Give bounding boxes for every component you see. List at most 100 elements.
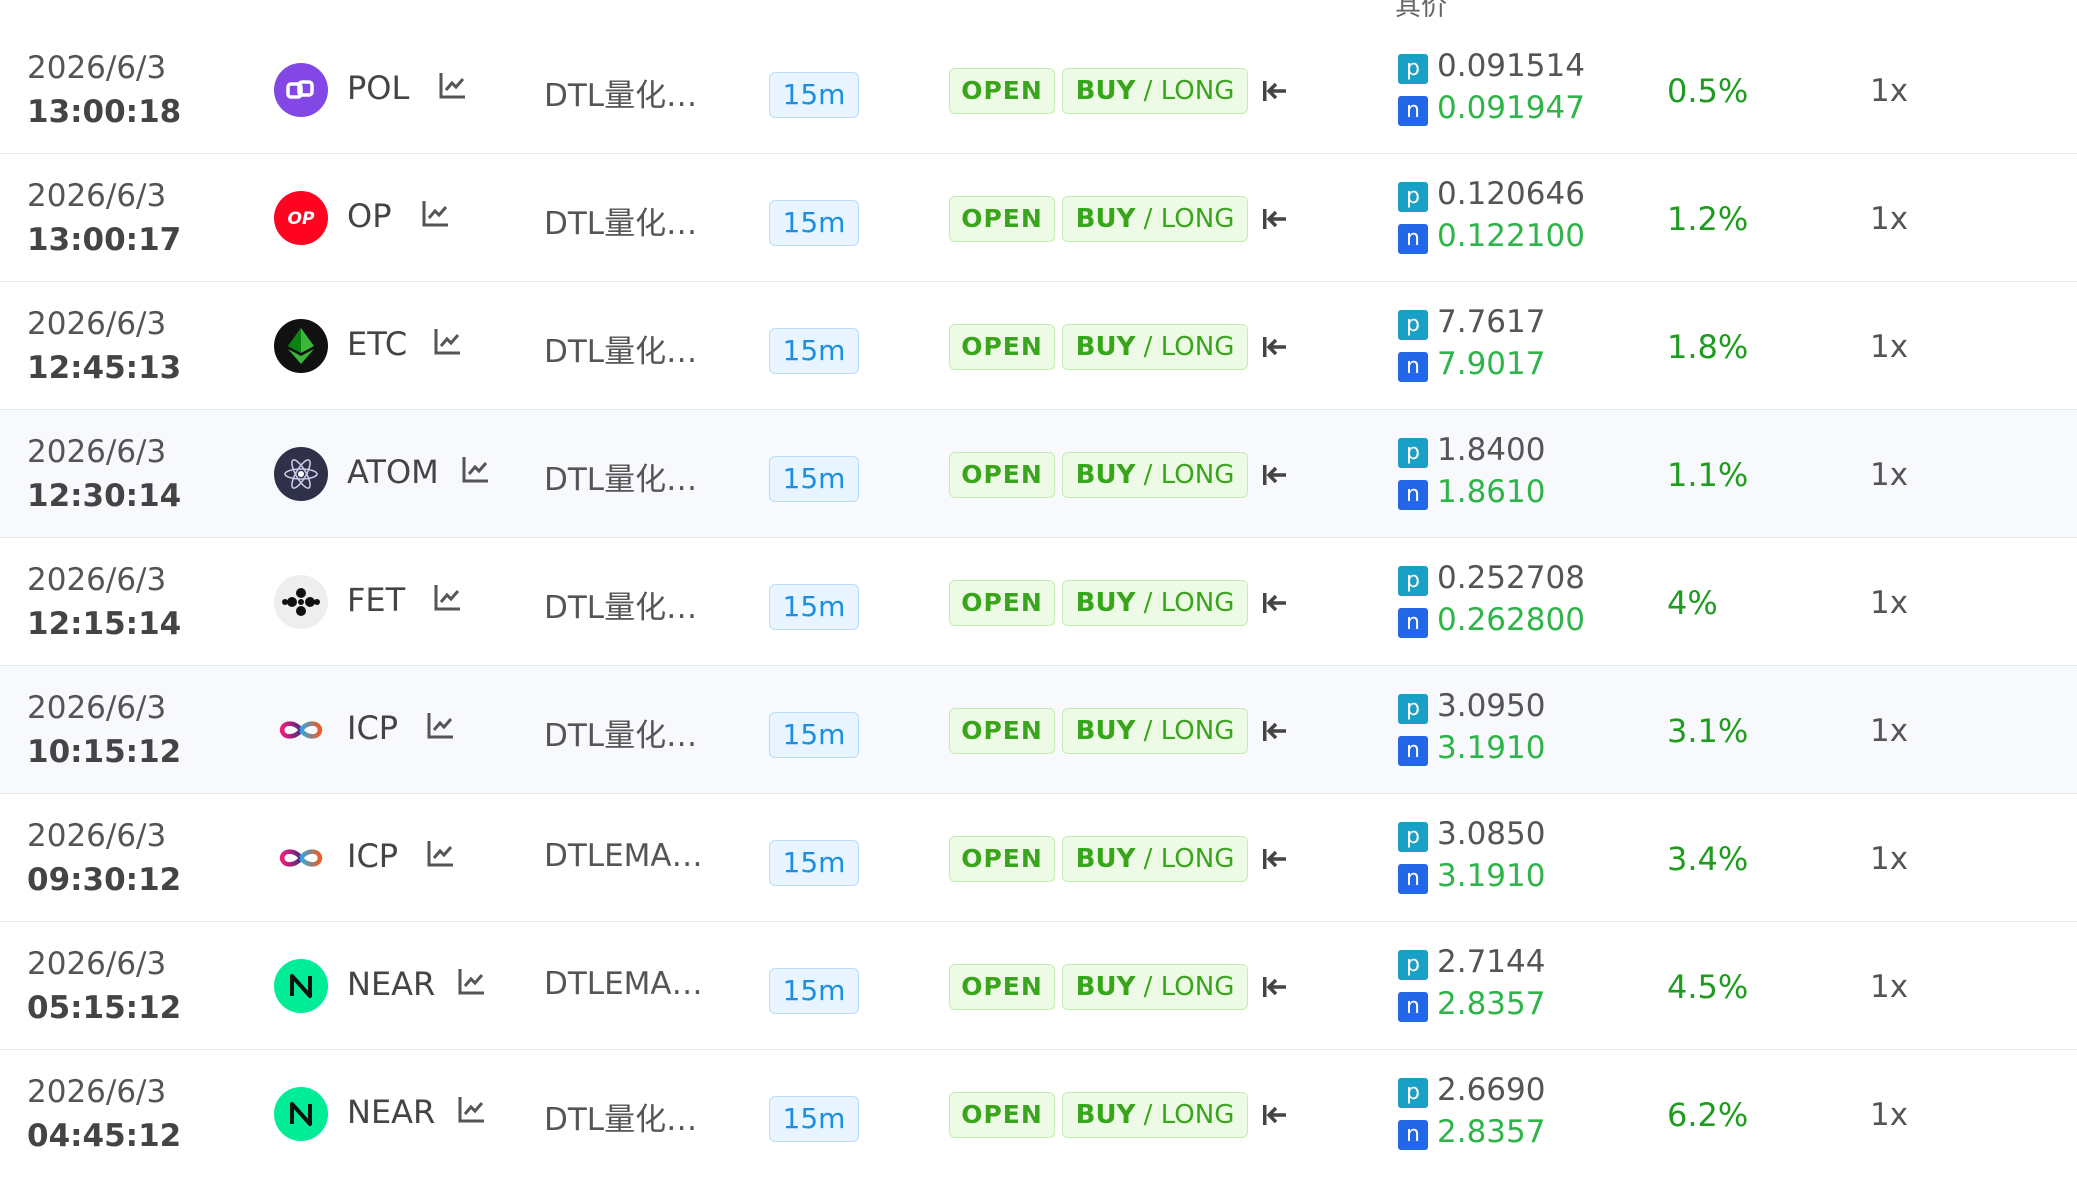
jump-to-start-icon[interactable] xyxy=(1260,206,1288,232)
price-n-badge: n xyxy=(1398,864,1428,894)
strategy-name[interactable]: DTLEMA… xyxy=(544,838,703,874)
chart-icon[interactable] xyxy=(433,582,463,612)
chart-icon[interactable] xyxy=(433,326,463,356)
price-p: 0.252708 xyxy=(1437,560,1585,596)
chart-icon[interactable] xyxy=(438,70,468,100)
side-buy-text: BUY xyxy=(1075,588,1136,618)
price-p: 3.0950 xyxy=(1437,688,1546,724)
side-buy-text: BUY xyxy=(1075,76,1136,106)
strategy-name[interactable]: DTL量化… xyxy=(544,1094,697,1139)
date-text: 2026/6/3 xyxy=(27,818,167,854)
strategy-name[interactable]: DTLEMA… xyxy=(544,966,703,1002)
timestamp: 2026/6/3 12:15:14 xyxy=(27,558,181,646)
action-tag: OPEN xyxy=(949,580,1055,626)
strategy-name[interactable]: DTL量化… xyxy=(544,710,697,755)
side-long-text: LONG xyxy=(1160,844,1235,874)
price-p: 2.7144 xyxy=(1437,944,1546,980)
timeframe-tag: 15m xyxy=(769,456,859,502)
price-n: 1.8610 xyxy=(1437,474,1546,510)
jump-to-start-icon[interactable] xyxy=(1260,718,1288,744)
price-p: 0.120646 xyxy=(1437,176,1585,212)
timestamp: 2026/6/3 09:30:12 xyxy=(27,814,181,902)
chart-icon[interactable] xyxy=(426,710,456,740)
timeframe-tag: 15m xyxy=(769,968,859,1014)
jump-to-start-icon[interactable] xyxy=(1260,974,1288,1000)
price-n-badge: n xyxy=(1398,608,1428,638)
timeframe-tag: 15m xyxy=(769,712,859,758)
percent-change: 4% xyxy=(1667,584,1718,622)
price-p: 7.7617 xyxy=(1437,304,1546,340)
price-n-badge: n xyxy=(1398,96,1428,126)
svg-text:OP: OP xyxy=(288,209,315,229)
price-n: 0.262800 xyxy=(1437,602,1585,638)
action-tag: OPEN xyxy=(949,68,1055,114)
price-p: 3.0850 xyxy=(1437,816,1546,852)
percent-change: 3.1% xyxy=(1667,712,1749,750)
strategy-name[interactable]: DTL量化… xyxy=(544,198,697,243)
internet-computer-icon xyxy=(274,831,328,885)
price-n: 0.091947 xyxy=(1437,90,1585,126)
timeframe-tag: 15m xyxy=(769,328,859,374)
signal-table: 其价 2026/6/3 13:00:18 POL DTL量化… 15m OPEN… xyxy=(0,0,2077,1177)
side-tag: BUY / LONG xyxy=(1062,196,1248,242)
action-tag: OPEN xyxy=(949,1092,1055,1138)
table-row[interactable]: 2026/6/3 13:00:18 POL DTL量化… 15m OPEN BU… xyxy=(0,26,2077,154)
table-row[interactable]: 2026/6/3 12:45:13 ETC DTL量化… 15m OPEN BU… xyxy=(0,282,2077,410)
coin-symbol: FET xyxy=(347,581,406,619)
timestamp: 2026/6/3 12:30:14 xyxy=(27,430,181,518)
price-p-badge: p xyxy=(1398,1078,1428,1108)
leverage: 1x xyxy=(1870,841,1909,877)
table-row[interactable]: 2026/6/3 12:30:14 ATOM DTL量化… 15m OPEN B… xyxy=(0,410,2077,538)
strategy-name[interactable]: DTL量化… xyxy=(544,582,697,627)
time-text: 13:00:17 xyxy=(27,222,182,258)
strategy-name[interactable]: DTL量化… xyxy=(544,326,697,371)
side-buy-text: BUY xyxy=(1075,716,1136,746)
table-row[interactable]: 2026/6/3 12:15:14 FET DTL量化… 15m OPEN BU… xyxy=(0,538,2077,666)
price-n: 3.1910 xyxy=(1437,730,1546,766)
price-n: 2.8357 xyxy=(1437,986,1546,1022)
side-buy-text: BUY xyxy=(1075,1100,1136,1130)
price-n-badge: n xyxy=(1398,992,1428,1022)
price-p-badge: p xyxy=(1398,566,1428,596)
side-long-text: LONG xyxy=(1160,588,1235,618)
date-text: 2026/6/3 xyxy=(27,690,167,726)
price-p-badge: p xyxy=(1398,182,1428,212)
strategy-name[interactable]: DTL量化… xyxy=(544,70,697,115)
timestamp: 2026/6/3 12:45:13 xyxy=(27,302,181,390)
jump-to-start-icon[interactable] xyxy=(1260,590,1288,616)
side-separator: / xyxy=(1135,332,1161,362)
price-n-badge: n xyxy=(1398,224,1428,254)
chart-icon[interactable] xyxy=(457,966,487,996)
date-text: 2026/6/3 xyxy=(27,50,167,86)
coin-symbol: ICP xyxy=(347,709,399,747)
side-separator: / xyxy=(1135,716,1161,746)
side-separator: / xyxy=(1135,460,1161,490)
table-row[interactable]: 2026/6/3 10:15:12 ICP DTL量化… 15m OPEN BU… xyxy=(0,666,2077,794)
chart-icon[interactable] xyxy=(426,838,456,868)
jump-to-start-icon[interactable] xyxy=(1260,846,1288,872)
side-separator: / xyxy=(1135,972,1161,1002)
chart-icon[interactable] xyxy=(461,454,491,484)
side-tag: BUY / LONG xyxy=(1062,68,1248,114)
jump-to-start-icon[interactable] xyxy=(1260,78,1288,104)
timeframe-tag: 15m xyxy=(769,840,859,886)
table-row[interactable]: 2026/6/3 04:45:12 NEAR DTL量化… 15m OPEN B… xyxy=(0,1050,2077,1177)
table-row[interactable]: 2026/6/3 05:15:12 NEAR DTLEMA… 15m OPEN … xyxy=(0,922,2077,1050)
price-n: 3.1910 xyxy=(1437,858,1546,894)
price-p-badge: p xyxy=(1398,310,1428,340)
price-p-badge: p xyxy=(1398,950,1428,980)
chart-icon[interactable] xyxy=(421,198,451,228)
coin-symbol: ATOM xyxy=(347,453,439,491)
jump-to-start-icon[interactable] xyxy=(1260,334,1288,360)
table-row[interactable]: 2026/6/3 09:30:12 ICP DTLEMA… 15m OPEN B… xyxy=(0,794,2077,922)
jump-to-start-icon[interactable] xyxy=(1260,462,1288,488)
chart-icon[interactable] xyxy=(457,1094,487,1124)
side-tag: BUY / LONG xyxy=(1062,836,1248,882)
price-n-badge: n xyxy=(1398,480,1428,510)
jump-to-start-icon[interactable] xyxy=(1260,1102,1288,1128)
time-text: 12:15:14 xyxy=(27,606,182,642)
table-row[interactable]: 2026/6/3 13:00:17 OP OP DTL量化… 15m OPEN … xyxy=(0,154,2077,282)
time-text: 05:15:12 xyxy=(27,990,182,1026)
strategy-name[interactable]: DTL量化… xyxy=(544,454,697,499)
action-tag: OPEN xyxy=(949,324,1055,370)
